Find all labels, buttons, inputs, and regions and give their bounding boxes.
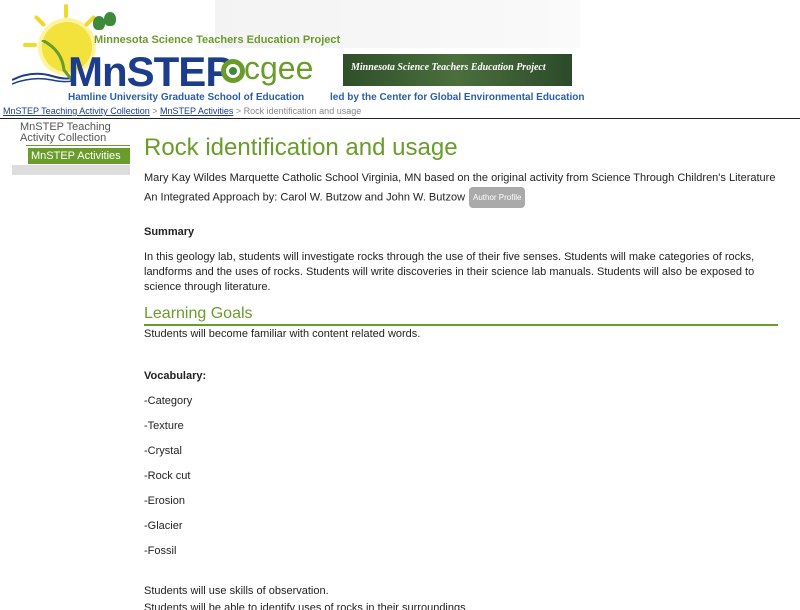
sun-ray-icon xyxy=(33,14,47,28)
vocabulary-item: -Texture xyxy=(144,420,184,432)
page-title: Rock identification and usage xyxy=(144,134,458,161)
breadcrumb-link-activities[interactable]: MnSTEP Activities xyxy=(160,106,233,116)
author-text: Mary Kay Wildes Marquette Catholic Schoo… xyxy=(144,172,776,204)
partial-text: Students will be able to identify uses o… xyxy=(144,602,469,610)
mnstep-logo[interactable]: MnSTEP xyxy=(68,48,233,96)
breadcrumb-link-collection[interactable]: MnSTEP Teaching Activity Collection xyxy=(3,106,150,116)
breadcrumb-current: Rock identification and usage xyxy=(243,106,362,116)
summary-heading: Summary xyxy=(144,226,195,238)
breadcrumb: MnSTEP Teaching Activity Collection > Mn… xyxy=(3,106,361,116)
sidebar-item-activities[interactable]: MnSTEP Activities xyxy=(28,148,130,164)
led-by-text: led by the Center for Global Environment… xyxy=(330,92,585,103)
vocabulary-item: -Fossil xyxy=(144,545,177,557)
summary-text: In this geology lab, students will inves… xyxy=(144,251,755,293)
skills-text: Students will use skills of observation. xyxy=(144,585,329,597)
sidebar-divider xyxy=(26,145,130,146)
landscape-icon xyxy=(12,40,76,85)
sun-ray-icon xyxy=(64,4,68,18)
top-divider xyxy=(0,118,800,119)
author-profile-button[interactable]: Author Profile xyxy=(469,187,526,208)
learning-goals-text: Students will become familiar with conte… xyxy=(144,328,421,340)
tree-icon xyxy=(104,12,116,26)
vocabulary-item: -Category xyxy=(144,395,193,407)
banner-text: Minnesota Science Teachers Education Pro… xyxy=(351,62,546,73)
breadcrumb-separator: > xyxy=(149,106,161,116)
university-name: Hamline University Graduate School of Ed… xyxy=(68,92,305,103)
vocabulary-item: -Glacier xyxy=(144,520,183,532)
sidebar: MnSTEP Teaching Activity Collection MnST… xyxy=(12,121,130,175)
cgee-logo-text: cgee xyxy=(244,50,314,86)
vocabulary-item: -Erosion xyxy=(144,495,185,507)
author-info: Mary Kay Wildes Marquette Catholic Schoo… xyxy=(144,170,778,208)
vocabulary-heading: Vocabulary: xyxy=(144,370,207,382)
main-content: Rock identification and usage Mary Kay W… xyxy=(144,134,778,610)
sidebar-footer-bar xyxy=(12,165,130,175)
breadcrumb-separator: > xyxy=(233,106,244,116)
vocabulary-list: -Category -Texture -Crystal -Rock cut -E… xyxy=(144,395,778,557)
site-header: Minnesota Science Teachers Education Pro… xyxy=(0,0,800,106)
sidebar-item-collection[interactable]: MnSTEP Teaching Activity Collection xyxy=(12,121,130,145)
learning-goals-heading: Learning Goals xyxy=(144,305,778,326)
vocabulary-item: -Crystal xyxy=(144,445,182,457)
vocabulary-item: -Rock cut xyxy=(144,470,191,482)
cgee-banner: Minnesota Science Teachers Education Pro… xyxy=(343,54,572,86)
project-title: Minnesota Science Teachers Education Pro… xyxy=(94,34,341,46)
